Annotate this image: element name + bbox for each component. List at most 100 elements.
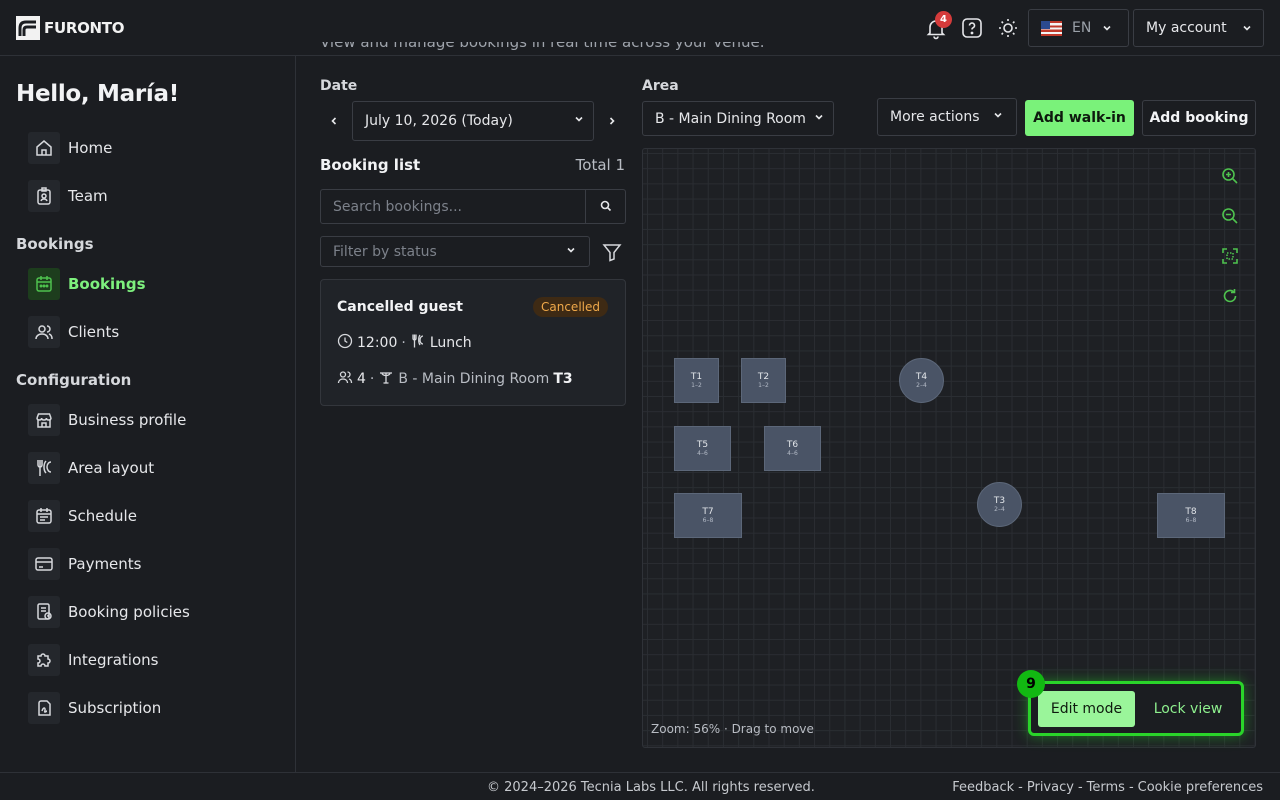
add-booking-button[interactable]: Add booking xyxy=(1142,100,1256,136)
date-label: Date xyxy=(320,78,358,94)
table-capacity: 4–6 xyxy=(787,449,798,457)
table-t7[interactable]: T7 6–8 xyxy=(674,493,742,538)
next-day-button[interactable] xyxy=(600,101,624,141)
footer-separator: - xyxy=(1077,780,1083,795)
date-value: July 10, 2026 (Today) xyxy=(365,113,513,129)
sidebar-item-label: Booking policies xyxy=(68,603,190,621)
notification-count-badge: 4 xyxy=(935,11,952,28)
sidebar-item-clients[interactable]: Clients xyxy=(28,316,119,348)
sidebar-item-subscription[interactable]: Subscription xyxy=(28,692,161,724)
table-t3[interactable]: T3 2–4 xyxy=(977,482,1022,527)
more-actions-button[interactable]: More actions xyxy=(877,98,1017,136)
terms-link[interactable]: Terms xyxy=(1087,780,1125,795)
account-label: My account xyxy=(1146,20,1227,36)
sidebar-item-bookings[interactable]: Bookings xyxy=(28,268,146,300)
booking-time-row: 12:00 · Lunch xyxy=(337,333,472,353)
lock-view-button[interactable]: Lock view xyxy=(1147,691,1229,727)
copyright: © 2024–2026 Tecnia Labs LLC. All rights … xyxy=(487,780,815,795)
chevron-right-icon xyxy=(606,112,618,131)
table-t8[interactable]: T8 6–8 xyxy=(1157,493,1225,538)
sidebar: Hello, María! Home Team Bookings Booking… xyxy=(0,56,296,772)
section-configuration-heading: Configuration xyxy=(16,371,132,389)
area-value: B - Main Dining Room xyxy=(655,110,806,127)
previous-day-button[interactable] xyxy=(322,101,346,141)
cookie-preferences-link[interactable]: Cookie preferences xyxy=(1138,780,1263,795)
zoom-out-icon[interactable] xyxy=(1218,204,1242,228)
table-capacity: 6–8 xyxy=(702,516,714,524)
booking-guests: 4 xyxy=(357,371,366,387)
sidebar-item-integrations[interactable]: Integrations xyxy=(28,644,158,676)
utensils-icon xyxy=(28,452,60,484)
page-subtitle: View and manage bookings in real time ac… xyxy=(320,42,764,60)
store-icon xyxy=(28,404,60,436)
table-t1[interactable]: T1 1–2 xyxy=(674,358,719,403)
puzzle-icon xyxy=(28,644,60,676)
search-button[interactable] xyxy=(585,190,625,223)
sidebar-item-label: Schedule xyxy=(68,507,137,525)
schedule-icon xyxy=(28,500,60,532)
mode-toggle-group: Edit mode Lock view xyxy=(1028,681,1244,736)
table-t2[interactable]: T2 1–2 xyxy=(741,358,786,403)
footer-separator: - xyxy=(1018,780,1023,795)
footer-links: Feedback - Privacy - Terms - Cookie pref… xyxy=(952,780,1263,795)
help-icon[interactable] xyxy=(960,16,984,40)
table-capacity: 1–2 xyxy=(758,381,769,389)
zoom-in-icon[interactable] xyxy=(1218,164,1242,188)
sidebar-item-team[interactable]: Team xyxy=(28,180,108,212)
booking-time: 12:00 xyxy=(357,335,398,351)
sidebar-item-area-layout[interactable]: Area layout xyxy=(28,452,154,484)
booking-card[interactable]: Cancelled guest Cancelled 12:00 · Lunch … xyxy=(320,279,626,406)
fit-screen-icon[interactable] xyxy=(1218,244,1242,268)
sidebar-item-home[interactable]: Home xyxy=(28,132,112,164)
table-t4[interactable]: T4 2–4 xyxy=(899,358,944,403)
sidebar-item-schedule[interactable]: Schedule xyxy=(28,500,137,532)
sidebar-item-label: Bookings xyxy=(68,275,146,293)
chevron-down-icon xyxy=(992,109,1004,125)
area-select[interactable]: B - Main Dining Room xyxy=(642,101,834,136)
chevron-down-icon xyxy=(813,111,825,127)
chevron-down-icon xyxy=(1101,22,1113,34)
brand-logo[interactable]: FURONTO xyxy=(16,16,124,40)
privacy-link[interactable]: Privacy xyxy=(1027,780,1074,795)
feedback-link[interactable]: Feedback xyxy=(952,780,1014,795)
table-t5[interactable]: T5 4–6 xyxy=(674,426,731,471)
more-actions-label: More actions xyxy=(890,109,980,125)
my-account-button[interactable]: My account xyxy=(1133,9,1264,47)
sidebar-item-label: Business profile xyxy=(68,411,187,429)
subscription-icon xyxy=(28,692,60,724)
filter-icon[interactable] xyxy=(601,241,623,263)
zoom-info: Zoom: 56% · Drag to move xyxy=(651,722,814,736)
separator-dot: · xyxy=(369,371,375,387)
edit-mode-button[interactable]: Edit mode xyxy=(1038,691,1135,727)
users-icon xyxy=(28,316,60,348)
status-filter-placeholder: Filter by status xyxy=(333,243,437,260)
add-walk-in-button[interactable]: Add walk-in xyxy=(1025,100,1134,136)
floor-plan-canvas[interactable]: T1 1–2 T2 1–2 T4 2–4 T5 4–6 T6 4–6 T7 6–… xyxy=(642,148,1256,748)
table-name: T3 xyxy=(993,495,1006,506)
brand-name: FURONTO xyxy=(44,19,125,37)
table-t6[interactable]: T6 4–6 xyxy=(764,426,821,471)
clock-icon xyxy=(337,333,353,353)
sidebar-item-label: Integrations xyxy=(68,651,159,669)
date-select[interactable]: July 10, 2026 (Today) xyxy=(352,101,594,141)
booking-list-title: Booking list xyxy=(320,156,421,174)
sun-icon[interactable] xyxy=(996,16,1020,40)
table-capacity: 6–8 xyxy=(1185,516,1197,524)
sidebar-item-label: Subscription xyxy=(68,699,162,717)
table-lamp-icon xyxy=(378,369,394,389)
policy-icon xyxy=(28,596,60,628)
users-icon xyxy=(337,369,353,389)
sidebar-item-business-profile[interactable]: Business profile xyxy=(28,404,186,436)
status-filter-select[interactable]: Filter by status xyxy=(320,236,590,267)
area-label: Area xyxy=(642,78,679,94)
booking-search xyxy=(320,189,626,224)
sidebar-item-payments[interactable]: Payments xyxy=(28,548,141,580)
greeting: Hello, María! xyxy=(16,81,179,107)
language-selector[interactable]: EN xyxy=(1028,9,1129,47)
search-input[interactable] xyxy=(321,190,585,223)
sidebar-item-booking-policies[interactable]: Booking policies xyxy=(28,596,190,628)
chevron-down-icon xyxy=(1241,22,1253,34)
separator-dot: · xyxy=(401,335,406,351)
refresh-icon[interactable] xyxy=(1218,284,1242,308)
calendar-icon xyxy=(28,268,60,300)
